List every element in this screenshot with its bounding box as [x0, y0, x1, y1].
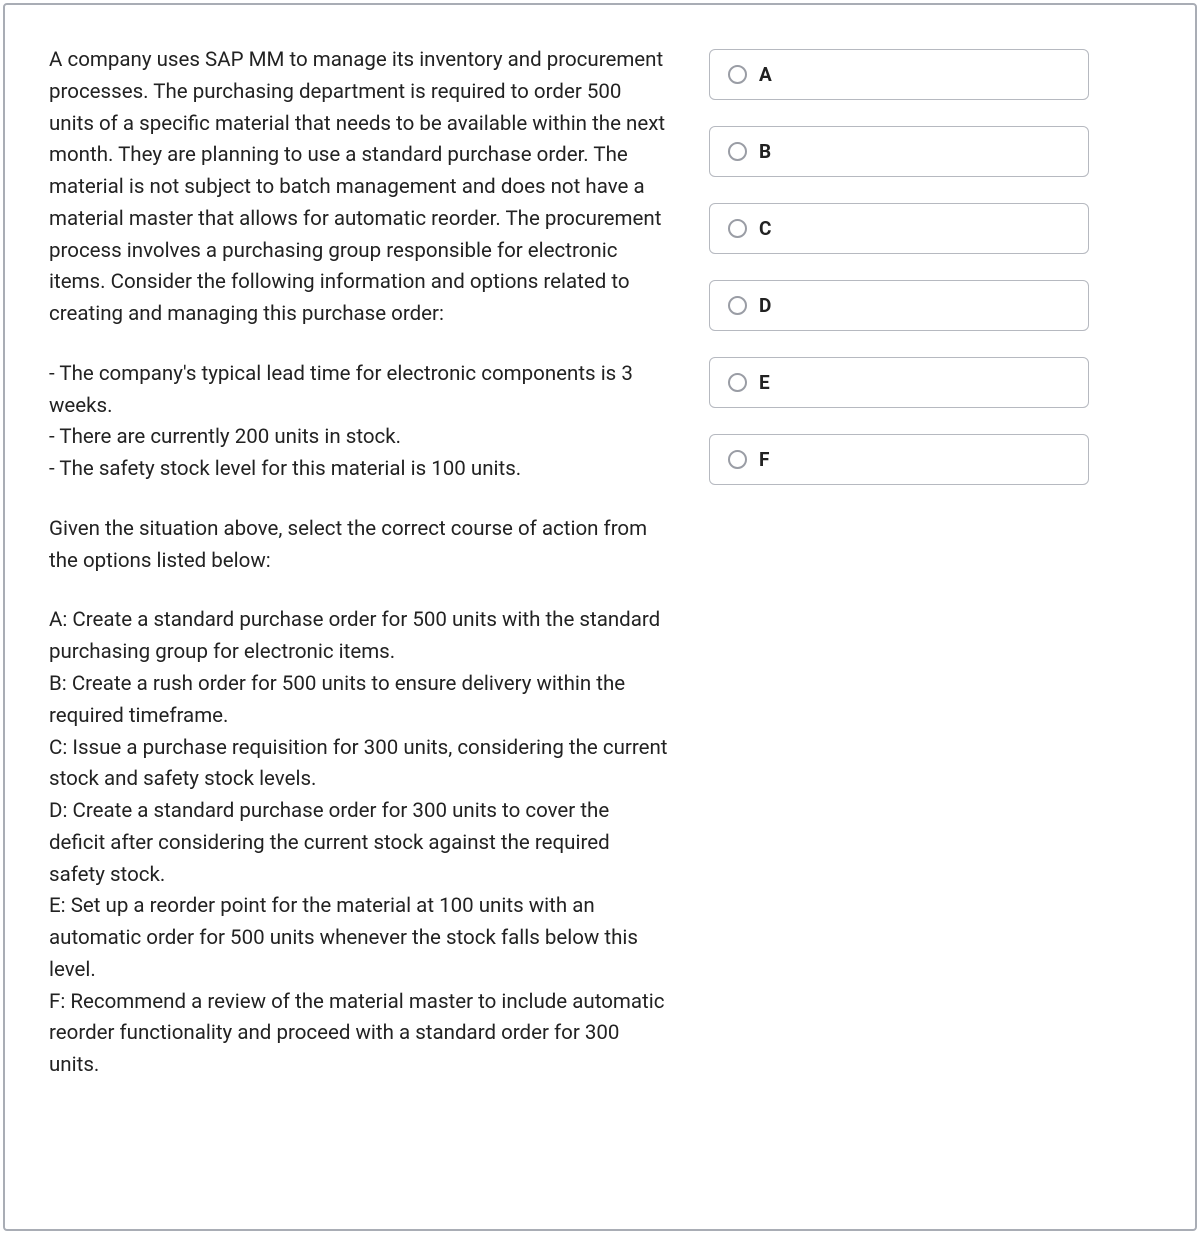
- answer-choices: A B C D E F: [709, 45, 1089, 1189]
- option-text-f: F: Recommend a review of the material ma…: [49, 987, 669, 1082]
- answer-label: C: [759, 217, 771, 240]
- bullet-current-stock: - There are currently 200 units in stock…: [49, 422, 669, 454]
- answer-label: E: [759, 371, 770, 394]
- question-intro: A company uses SAP MM to manage its inve…: [49, 45, 669, 331]
- option-text-d: D: Create a standard purchase order for …: [49, 796, 669, 891]
- radio-unchecked-icon: [728, 219, 747, 238]
- answer-label: F: [759, 448, 769, 471]
- bullet-safety-stock: - The safety stock level for this materi…: [49, 454, 669, 486]
- answer-option-f[interactable]: F: [709, 434, 1089, 485]
- answer-option-d[interactable]: D: [709, 280, 1089, 331]
- answer-option-c[interactable]: C: [709, 203, 1089, 254]
- radio-unchecked-icon: [728, 450, 747, 469]
- radio-unchecked-icon: [728, 65, 747, 84]
- option-text-a: A: Create a standard purchase order for …: [49, 605, 669, 669]
- answer-label: B: [759, 140, 771, 163]
- question-prompt: Given the situation above, select the co…: [49, 514, 669, 578]
- question-card: A company uses SAP MM to manage its inve…: [3, 3, 1197, 1231]
- answer-option-a[interactable]: A: [709, 49, 1089, 100]
- radio-unchecked-icon: [728, 142, 747, 161]
- answer-option-b[interactable]: B: [709, 126, 1089, 177]
- answer-option-e[interactable]: E: [709, 357, 1089, 408]
- option-text-c: C: Issue a purchase requisition for 300 …: [49, 733, 669, 797]
- answer-label: D: [759, 294, 771, 317]
- gap: [49, 331, 669, 359]
- option-text-b: B: Create a rush order for 500 units to …: [49, 669, 669, 733]
- answer-label: A: [759, 63, 772, 86]
- bullet-lead-time: - The company's typical lead time for el…: [49, 359, 669, 423]
- question-body: A company uses SAP MM to manage its inve…: [49, 45, 669, 1189]
- radio-unchecked-icon: [728, 296, 747, 315]
- radio-unchecked-icon: [728, 373, 747, 392]
- gap: [49, 577, 669, 605]
- gap: [49, 486, 669, 514]
- option-text-e: E: Set up a reorder point for the materi…: [49, 891, 669, 986]
